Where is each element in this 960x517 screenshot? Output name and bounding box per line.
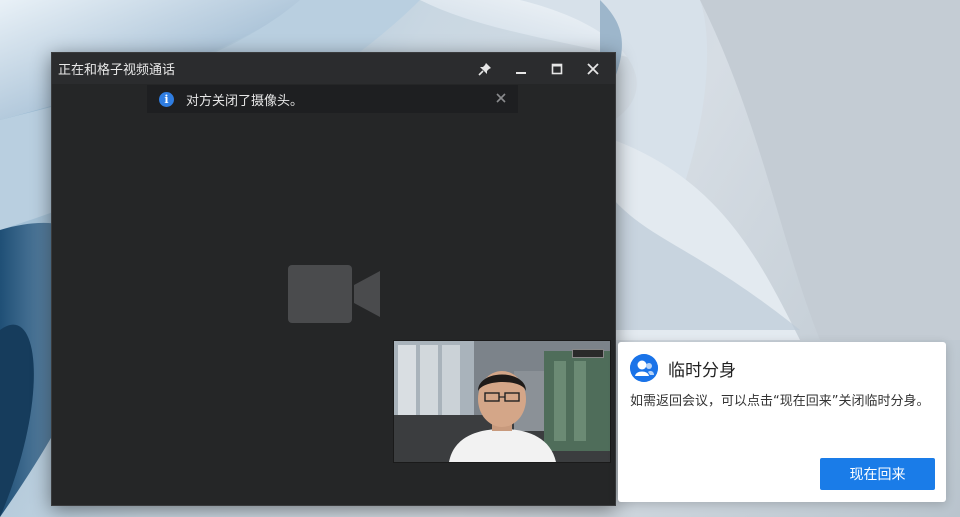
self-view-badge: [572, 349, 604, 358]
close-button[interactable]: [575, 53, 611, 84]
maximize-icon: [551, 63, 563, 74]
popup-title: 临时分身: [668, 361, 736, 381]
temporary-clone-popup: 临时分身 如需返回会议，可以点击“现在回来”关闭临时分身。 现在回来: [618, 342, 946, 502]
notice-close-icon[interactable]: [494, 91, 508, 105]
pin-button[interactable]: [467, 53, 503, 84]
minimize-button[interactable]: [503, 53, 539, 84]
window-controls: [467, 53, 611, 84]
video-camera-icon: [288, 265, 380, 323]
desktop: 正在和格子视频通话 i 对方关闭了摄像头。 临时分身 如需返回会议，可以点击“现…: [0, 0, 960, 517]
maximize-button[interactable]: [539, 53, 575, 84]
titlebar: 正在和格子视频通话: [52, 53, 615, 84]
notice-text: 对方关闭了摄像头。: [186, 93, 304, 109]
minimize-icon: [516, 71, 526, 74]
camera-off-notice: i 对方关闭了摄像头。: [147, 85, 518, 113]
return-now-button[interactable]: 现在回来: [820, 458, 935, 490]
self-video-image: [394, 341, 610, 462]
popup-description: 如需返回会议，可以点击“现在回来”关闭临时分身。: [630, 394, 930, 409]
close-icon: [587, 62, 599, 75]
pin-icon: [478, 62, 491, 76]
window-title: 正在和格子视频通话: [58, 63, 176, 78]
video-call-window: 正在和格子视频通话 i 对方关闭了摄像头。: [51, 52, 616, 506]
info-icon: i: [159, 91, 174, 107]
self-video-preview[interactable]: [393, 340, 611, 463]
user-avatar-icon: [630, 354, 658, 382]
